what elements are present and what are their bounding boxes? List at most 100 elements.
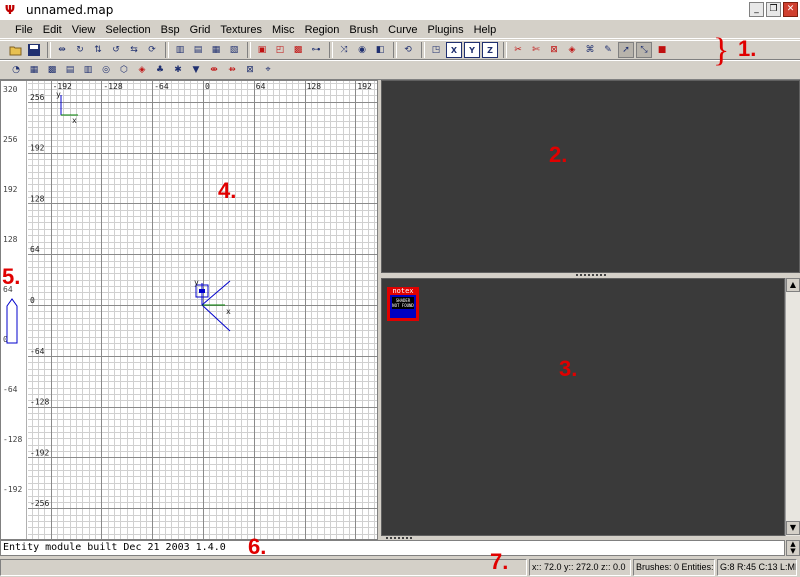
- scroll-up-arrow-icon[interactable]: ▲: [786, 278, 800, 292]
- menu-curve[interactable]: Curve: [383, 24, 422, 36]
- splitter-grip[interactable]: [576, 274, 606, 277]
- menu-selection[interactable]: Selection: [100, 24, 155, 36]
- toolbar-separator: [47, 42, 51, 58]
- annotation-5: 5.: [2, 264, 21, 289]
- annotation-7: 7.: [490, 549, 509, 574]
- menu-misc[interactable]: Misc: [267, 24, 300, 36]
- menu-textures[interactable]: Textures: [215, 24, 267, 36]
- bobtoolz-split-icon[interactable]: ▩: [44, 62, 60, 78]
- texture-thumbnail[interactable]: notex SHADER NOT FOUND: [387, 287, 419, 321]
- patch-bend-icon[interactable]: ⌘: [582, 42, 598, 58]
- axis-z-icon[interactable]: Z: [482, 42, 498, 58]
- view-2d-panel[interactable]: 320 256 192 128 64 0 -64 -128 -192 -192 -…: [0, 80, 378, 540]
- x-tick-label: 64: [256, 82, 266, 91]
- bobtoolz-merge-icon[interactable]: ▦: [26, 62, 42, 78]
- bobtoolz-stairs-icon[interactable]: ▤: [62, 62, 78, 78]
- free-rotate-icon[interactable]: ◳: [428, 42, 444, 58]
- select-partial-tall-icon[interactable]: ▦: [208, 42, 224, 58]
- change-view-icon[interactable]: ⤨: [336, 42, 352, 58]
- annotation-1: 1.: [738, 36, 757, 61]
- status-bar: x:: 72.0 y:: 272.0 z:: 0.0 Brushes: 0 En…: [0, 557, 800, 577]
- main-toolbar: ⇹ ↻ ⇅ ↺ ⇆ ⟳ ▥ ▤ ▦ ▧ ▣ ◰ ▩ ⊶ ⤨ ◉ ◧ ⟲ ◳ X …: [0, 40, 800, 60]
- status-message: [0, 558, 527, 576]
- csg-subtract-icon[interactable]: ◰: [272, 42, 288, 58]
- title-bar: Ψ unnamed.map _ ❐ ✕: [0, 0, 800, 20]
- menu-view[interactable]: View: [67, 24, 101, 36]
- camera-axis-x-letter: x: [226, 307, 231, 316]
- camera-view[interactable]: [381, 80, 800, 273]
- rotate-z-icon[interactable]: ⟳: [144, 42, 160, 58]
- reset-texture-icon[interactable]: ⊠: [242, 62, 258, 78]
- texture-browser[interactable]: notex SHADER NOT FOUND: [381, 278, 785, 536]
- menu-help[interactable]: Help: [469, 24, 502, 36]
- texture-lock-icon[interactable]: ◈: [564, 42, 580, 58]
- show-patches-icon[interactable]: ✂: [510, 42, 526, 58]
- drop-icon[interactable]: ▼: [188, 62, 204, 78]
- select-tool-icon[interactable]: ➚: [618, 42, 634, 58]
- save-icon[interactable]: [26, 42, 42, 58]
- csg-merge-icon[interactable]: ▩: [290, 42, 306, 58]
- axis-x-icon[interactable]: X: [446, 42, 462, 58]
- select-inside-icon[interactable]: ▧: [226, 42, 242, 58]
- menu-file[interactable]: File: [10, 24, 38, 36]
- bobtoolz-shape-icon[interactable]: ⬡: [116, 62, 132, 78]
- rotate-x-icon[interactable]: ↻: [72, 42, 88, 58]
- y-tick-label: -192: [30, 448, 49, 457]
- app-icon: Ψ: [4, 3, 16, 17]
- menu-plugins[interactable]: Plugins: [423, 24, 469, 36]
- texture-scrollbar[interactable]: ▲ ▼: [785, 278, 800, 536]
- refresh-icon[interactable]: ⟲: [400, 42, 416, 58]
- z-view[interactable]: 320 256 192 128 64 0 -64 -128 -192: [1, 81, 27, 539]
- prefab-icon[interactable]: ◔: [8, 62, 24, 78]
- xy-grid-view[interactable]: -192-128-64064128192256 256192128640-64-…: [28, 81, 378, 540]
- toolbar-separator: [393, 42, 397, 58]
- texture-missing-message: SHADER NOT FOUND: [392, 297, 414, 309]
- camera-widget[interactable]: x y: [194, 278, 231, 332]
- cubic-clip-icon[interactable]: ⊠: [546, 42, 562, 58]
- bobtoolz-patch-icon[interactable]: ◈: [134, 62, 150, 78]
- paint-icon[interactable]: ✎: [600, 42, 616, 58]
- drag-vertex-icon[interactable]: ⤡: [636, 42, 652, 58]
- show-brushes-icon[interactable]: ✄: [528, 42, 544, 58]
- menu-edit[interactable]: Edit: [38, 24, 67, 36]
- x-tick-label: -128: [103, 82, 122, 91]
- flip-x-icon[interactable]: ⇹: [54, 42, 70, 58]
- tree-icon[interactable]: ♣: [152, 62, 168, 78]
- bobtoolz-door-icon[interactable]: ▥: [80, 62, 96, 78]
- console-output[interactable]: Entity module built Dec 21 2003 1.4.0: [0, 540, 785, 556]
- y-tick-label: -128: [30, 398, 49, 407]
- axis-y-icon[interactable]: Y: [464, 42, 480, 58]
- x-tick-label: -64: [154, 82, 169, 91]
- axis-x-letter: x: [72, 116, 77, 125]
- annotation-3: 3.: [559, 356, 578, 381]
- flip-z-icon[interactable]: ⇆: [126, 42, 142, 58]
- gear-icon[interactable]: ✱: [170, 62, 186, 78]
- polygon-icon[interactable]: ⌖: [260, 62, 276, 78]
- entity-icon[interactable]: ■: [654, 42, 670, 58]
- close-button[interactable]: ✕: [783, 2, 798, 17]
- camera-view-icon[interactable]: ◧: [372, 42, 388, 58]
- select-touching-icon[interactable]: ▤: [190, 42, 206, 58]
- restore-button[interactable]: ❐: [766, 2, 781, 17]
- open-icon[interactable]: [8, 42, 24, 58]
- menu-brush[interactable]: Brush: [344, 24, 383, 36]
- select-complete-tall-icon[interactable]: ▥: [172, 42, 188, 58]
- menu-bsp[interactable]: Bsp: [156, 24, 185, 36]
- rotate-y-icon[interactable]: ↺: [108, 42, 124, 58]
- y-tick-label: 128: [30, 194, 45, 203]
- minimize-button[interactable]: _: [749, 2, 764, 17]
- split-x-icon[interactable]: ⇼: [206, 62, 222, 78]
- menu-region[interactable]: Region: [300, 24, 345, 36]
- camera-axis-y-letter: y: [194, 278, 199, 287]
- scroll-down-arrow-icon[interactable]: ▼: [786, 521, 800, 535]
- z-camera-marker: [6, 298, 18, 344]
- axis-y-letter: y: [56, 90, 61, 99]
- clipper-icon[interactable]: ⊶: [308, 42, 324, 58]
- split-y-icon[interactable]: ⇻: [224, 62, 240, 78]
- flip-y-icon[interactable]: ⇅: [90, 42, 106, 58]
- console-scroll-spinner[interactable]: ▲ ▼: [786, 540, 800, 556]
- bobtoolz-loop-icon[interactable]: ◎: [98, 62, 114, 78]
- menu-grid[interactable]: Grid: [185, 24, 216, 36]
- texture-view-icon[interactable]: ◉: [354, 42, 370, 58]
- csg-hollow-icon[interactable]: ▣: [254, 42, 270, 58]
